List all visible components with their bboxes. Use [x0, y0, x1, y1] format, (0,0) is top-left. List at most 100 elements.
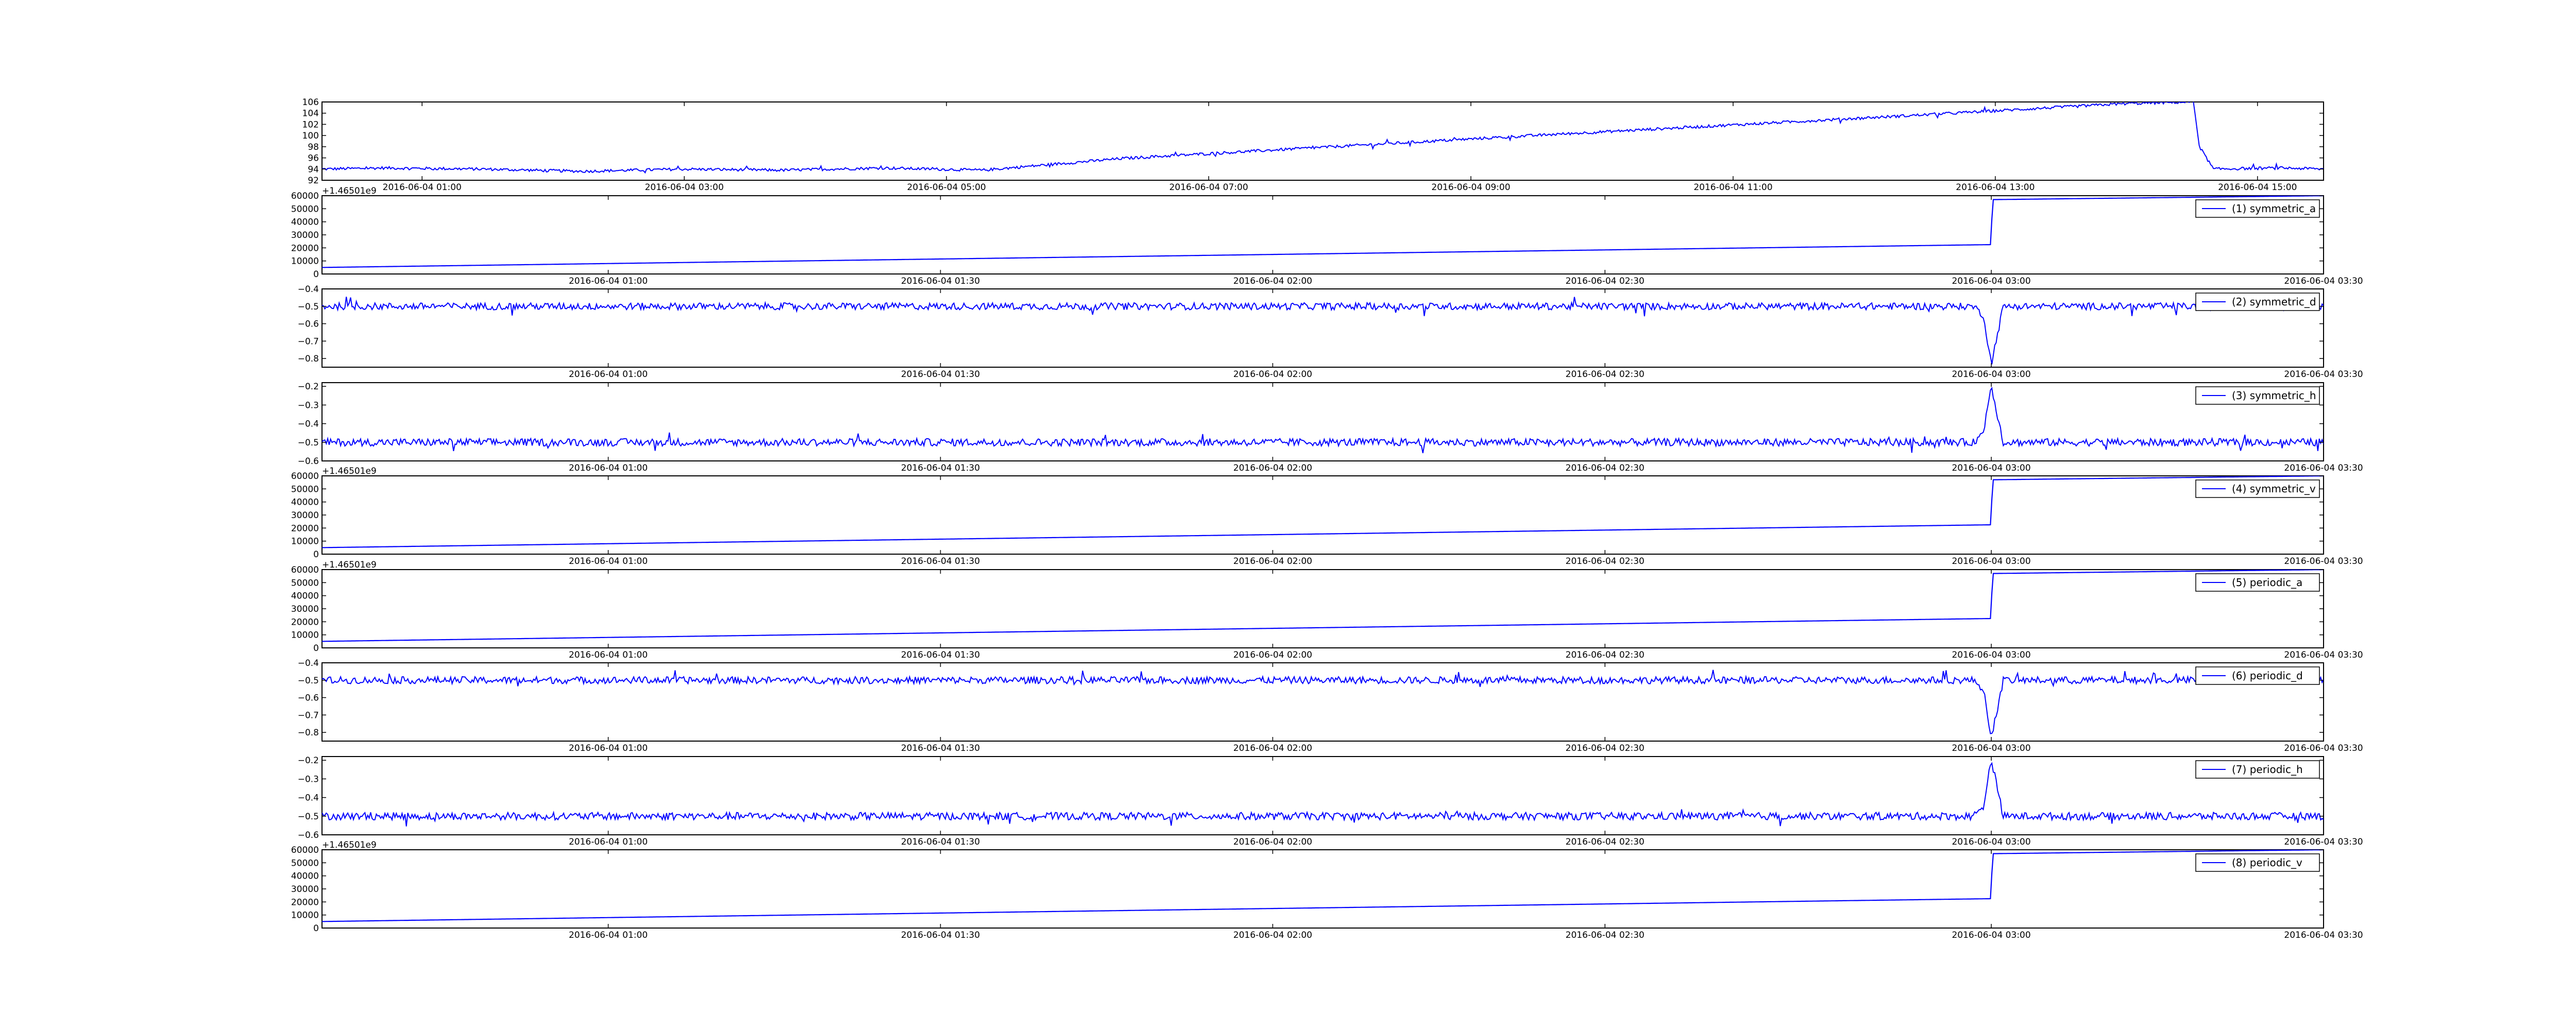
panel-0: 92949698100102104106 2016-06-04 01:00 2016… [302, 97, 2324, 193]
y-tick-label: −0.3 [298, 774, 319, 784]
legend-label: (3) symmetric_h [2232, 389, 2316, 402]
x-tick-label: 2016-06-04 02:00 [1233, 837, 1312, 847]
y-tick-label: 96 [308, 153, 319, 164]
x-tick-label: 2016-06-04 02:00 [1233, 556, 1312, 566]
y-tick-label: 30000 [291, 230, 319, 241]
x-tick-label: 2016-06-04 03:00 [1952, 276, 2030, 286]
axes-frame [321, 569, 2324, 648]
y-tick-label: −0.4 [298, 284, 319, 295]
x-tick-label: 2016-06-04 02:30 [1566, 276, 1645, 286]
y-tick-label: −0.6 [298, 456, 319, 467]
x-tick-label: 2016-06-04 03:00 [1952, 837, 2030, 847]
x-tick-label: 2016-06-04 03:30 [2284, 276, 2363, 286]
x-tick-label: 2016-06-04 01:30 [901, 556, 980, 566]
y-tick-label: −0.2 [298, 756, 319, 766]
x-tick-label: 2016-06-04 01:30 [901, 837, 980, 847]
x-tick-label: 2016-06-04 02:30 [1566, 837, 1645, 847]
legend: (5) periodic_a [2195, 573, 2320, 592]
y-tick-label: 10000 [291, 630, 319, 641]
y-tick-label: −0.8 [298, 728, 319, 738]
series-line [322, 102, 2324, 174]
y-tick-label: −0.8 [298, 354, 319, 364]
y-tick-label: 0 [313, 550, 319, 560]
legend-label: (1) symmetric_a [2232, 202, 2316, 215]
y-tick-label: −0.5 [298, 438, 319, 448]
panel-2: −0.8 −0.7 −0.6 −0.5 −0.4 2016-06-04 01:00 2016… [298, 284, 2363, 380]
y-tick-label: 40000 [291, 591, 319, 602]
offset-label: +1.46501e9 [322, 466, 377, 476]
y-tick-label: 20000 [291, 523, 319, 534]
y-tick-label: 40000 [291, 871, 319, 882]
y-tick-label: −0.4 [298, 419, 319, 430]
legend: (3) symmetric_h [2195, 386, 2320, 405]
legend: (2) symmetric_d [2195, 293, 2320, 311]
y-tick-label: 60000 [291, 191, 319, 201]
legend-label: (7) periodic_h [2232, 763, 2303, 776]
y-tick-label: 98 [308, 142, 319, 152]
x-tick-label: 2016-06-04 02:30 [1566, 556, 1645, 566]
series-line [322, 762, 2324, 827]
x-tick-label: 2016-06-04 01:00 [383, 182, 462, 193]
axes-frame [321, 849, 2324, 929]
y-tick-label: 0 [313, 643, 319, 654]
offset-label: +1.46501e9 [322, 560, 377, 570]
panel-3: −0.6 −0.5 −0.4 −0.3 −0.2 2016-06-04 01:00 2016… [298, 382, 2363, 473]
y-tick-label: 10000 [291, 537, 319, 547]
x-tick-label: 2016-06-04 01:00 [569, 837, 648, 847]
panel-6: −0.8 −0.7 −0.6 −0.5 −0.4 2016-06-04 01:00 2016… [298, 658, 2363, 753]
x-tick-label: 2016-06-04 15:00 [2218, 182, 2297, 193]
series-line [322, 386, 2324, 453]
x-tick-label: 2016-06-04 11:00 [1693, 182, 1772, 193]
y-tick-label: 20000 [291, 617, 319, 627]
y-tick-label: 20000 [291, 897, 319, 907]
x-tick-label: 2016-06-04 03:00 [1952, 930, 2030, 940]
series-line [322, 476, 2324, 548]
panel-7: −0.6 −0.5 −0.4 −0.3 −0.2 2016-06-04 01:00 2016… [298, 756, 2363, 847]
x-tick-label: 2016-06-04 07:00 [1169, 182, 1248, 193]
y-tick-label: 100 [302, 131, 319, 141]
y-tick-label: −0.5 [298, 676, 319, 686]
y-tick-label: 0 [313, 923, 319, 934]
axes-frame [321, 756, 2324, 835]
x-tick-label: 2016-06-04 13:00 [1956, 182, 2035, 193]
series-line [322, 196, 2324, 268]
legend-label: (8) periodic_v [2232, 856, 2302, 869]
y-tick-label: 50000 [291, 484, 319, 494]
y-tick-label: −0.4 [298, 658, 319, 668]
y-tick-label: −0.5 [298, 302, 319, 312]
panel-1: 0 10000 20000 30000 40000 50000 60000 2016-06-0… [291, 186, 2363, 286]
series-line [322, 670, 2324, 734]
y-tick-label: 50000 [291, 578, 319, 588]
y-tick-label: −0.7 [298, 336, 319, 347]
x-tick-label: 2016-06-04 02:30 [1566, 463, 1645, 473]
y-tick-label: −0.6 [298, 693, 319, 703]
panel-5: 0 10000 20000 30000 40000 50000 60000 2016-06-0… [291, 560, 2363, 660]
x-tick-label: 2016-06-04 01:30 [901, 650, 980, 660]
x-tick-label: 2016-06-04 01:30 [901, 463, 980, 473]
y-tick-label: −0.6 [298, 319, 319, 330]
series-line [322, 850, 2324, 922]
legend: (8) periodic_v [2195, 853, 2320, 872]
x-tick-label: 2016-06-04 02:00 [1233, 276, 1312, 286]
y-tick-label: 60000 [291, 845, 319, 855]
y-tick-label: 40000 [291, 497, 319, 508]
x-tick-label: 2016-06-04 03:00 [1952, 463, 2030, 473]
figure: 92949698100102104106 2016-06-04 01:00 2016… [291, 97, 2363, 940]
x-tick-label: 2016-06-04 01:30 [901, 743, 980, 753]
legend-label: (4) symmetric_v [2232, 483, 2316, 495]
axes-frame [321, 662, 2324, 742]
y-tick-label: −0.3 [298, 400, 319, 410]
x-tick-label: 2016-06-04 01:00 [569, 930, 648, 940]
y-tick-label: 50000 [291, 204, 319, 214]
y-tick-label: −0.7 [298, 710, 319, 720]
y-tick-label: 60000 [291, 565, 319, 575]
axes-frame [321, 288, 2324, 368]
x-tick-label: 2016-06-04 03:30 [2284, 743, 2363, 753]
x-tick-label: 2016-06-04 03:00 [1952, 743, 2030, 753]
panel-4: 0 10000 20000 30000 40000 50000 60000 2016-06-0… [291, 466, 2363, 566]
x-tick-label: 2016-06-04 03:00 [1952, 650, 2030, 660]
x-tick-label: 2016-06-04 02:30 [1566, 369, 1645, 380]
legend-label: (2) symmetric_d [2232, 296, 2316, 308]
x-tick-label: 2016-06-04 09:00 [1431, 182, 1510, 193]
y-tick-label: 30000 [291, 884, 319, 895]
